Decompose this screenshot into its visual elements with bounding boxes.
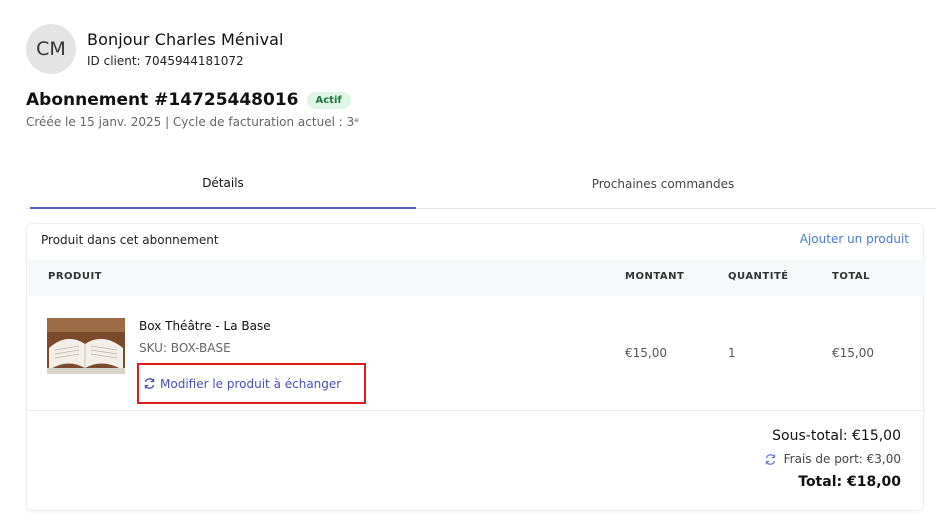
- column-header-amount: MONTANT: [625, 271, 685, 282]
- swap-product-button[interactable]: Modifier le produit à échanger: [137, 363, 366, 404]
- table-header: PRODUIT MONTANT QUANTITÉ TOTAL: [27, 260, 925, 296]
- products-heading: Produit dans cet abonnement: [41, 233, 219, 247]
- tab-bar: Détails Prochaines commandes: [26, 159, 936, 209]
- table-row: Box Théâtre - La Base SKU: BOX-BASE Modi…: [27, 296, 925, 411]
- column-header-quantity: QUANTITÉ: [728, 271, 789, 282]
- column-header-total: TOTAL: [832, 271, 870, 282]
- greeting-block: Bonjour Charles Ménival ID client: 70459…: [87, 30, 284, 68]
- tab-upcoming-orders[interactable]: Prochaines commandes: [416, 159, 910, 209]
- greeting-text: Bonjour Charles Ménival: [87, 30, 284, 49]
- product-name: Box Théâtre - La Base: [139, 319, 271, 333]
- products-card: Produit dans cet abonnement Ajouter un p…: [26, 223, 925, 511]
- grand-total: Total: €18,00: [798, 474, 901, 490]
- customer-header: CM Bonjour Charles Ménival ID client: 70…: [26, 24, 284, 74]
- shipping-row: Frais de port: €3,00: [764, 452, 901, 466]
- client-id: ID client: 7045944181072: [87, 54, 244, 68]
- tab-details[interactable]: Détails: [30, 159, 416, 209]
- subtotal: Sous-total: €15,00: [772, 428, 901, 444]
- shipping-fee: Frais de port: €3,00: [783, 452, 901, 466]
- swap-product-label: Modifier le produit à échanger: [160, 376, 342, 391]
- product-amount: €15,00: [625, 346, 667, 360]
- product-sku: SKU: BOX-BASE: [139, 341, 231, 355]
- product-total: €15,00: [832, 346, 874, 360]
- subscription-meta: Créée le 15 janv. 2025 | Cycle de factur…: [26, 115, 360, 129]
- totals-block: Sous-total: €15,00 Frais de port: €3,00 …: [764, 428, 901, 490]
- subscription-title: Abonnement #14725448016: [26, 90, 299, 110]
- product-image: [47, 318, 125, 374]
- avatar: CM: [26, 24, 76, 74]
- subscription-title-row: Abonnement #14725448016 Actif: [26, 90, 351, 110]
- product-quantity: 1: [728, 346, 736, 360]
- add-product-link[interactable]: Ajouter un produit: [800, 232, 909, 246]
- refresh-icon: [765, 453, 775, 465]
- column-header-product: PRODUIT: [48, 271, 102, 282]
- status-badge: Actif: [306, 91, 351, 109]
- refresh-icon: [144, 378, 155, 389]
